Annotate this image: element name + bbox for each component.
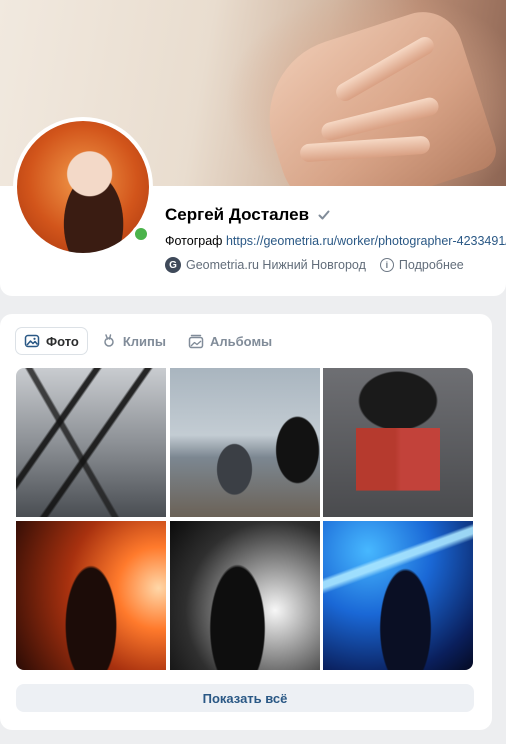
page-title: Сергей Досталев bbox=[165, 205, 310, 224]
verified-icon[interactable] bbox=[317, 208, 331, 222]
tab-photos[interactable]: Фото bbox=[16, 328, 87, 354]
photo-grid bbox=[16, 368, 474, 670]
photo-thumbnail[interactable] bbox=[170, 368, 320, 517]
online-indicator bbox=[132, 225, 150, 243]
cover-hand-image bbox=[248, 1, 502, 186]
albums-icon bbox=[188, 334, 204, 349]
tab-albums-label: Альбомы bbox=[210, 333, 273, 349]
tab-albums[interactable]: Альбомы bbox=[180, 328, 280, 354]
profile-status: Фотограф https://geometria.ru/worker/pho… bbox=[165, 234, 506, 248]
geometria-logo-icon: G bbox=[165, 257, 181, 273]
avatar-image bbox=[17, 121, 149, 253]
profile-meta: G Geometria.ru Нижний Новгород i Подробн… bbox=[165, 257, 464, 273]
more-info-button[interactable]: i Подробнее bbox=[379, 258, 464, 272]
status-link[interactable]: https://geometria.ru/worker/photographer… bbox=[226, 234, 506, 248]
tab-clips-label: Клипы bbox=[122, 333, 166, 349]
info-icon: i bbox=[379, 258, 394, 272]
photo-icon bbox=[24, 334, 40, 348]
photo-thumbnail[interactable] bbox=[16, 521, 166, 670]
workplace-link[interactable]: G Geometria.ru Нижний Новгород bbox=[165, 257, 366, 273]
photos-section: Фото Клипы Альбомы Показать всё bbox=[0, 314, 492, 730]
show-all-button[interactable]: Показать всё bbox=[16, 684, 474, 712]
status-text: Фотограф bbox=[165, 234, 223, 248]
photo-thumbnail[interactable] bbox=[323, 368, 473, 517]
more-info-label: Подробнее bbox=[398, 258, 464, 272]
workplace-label: Geometria.ru Нижний Новгород bbox=[186, 258, 366, 272]
tab-clips[interactable]: Клипы bbox=[93, 328, 174, 354]
photo-thumbnail[interactable] bbox=[170, 521, 320, 670]
photo-thumbnail[interactable] bbox=[16, 368, 166, 517]
profile-name-row: Сергей Досталев bbox=[165, 205, 331, 225]
clips-icon bbox=[104, 334, 114, 347]
avatar[interactable] bbox=[13, 117, 153, 257]
photo-thumbnail[interactable] bbox=[323, 521, 473, 670]
photo-tabs: Фото Клипы Альбомы bbox=[16, 328, 280, 354]
tab-photos-label: Фото bbox=[46, 333, 79, 349]
